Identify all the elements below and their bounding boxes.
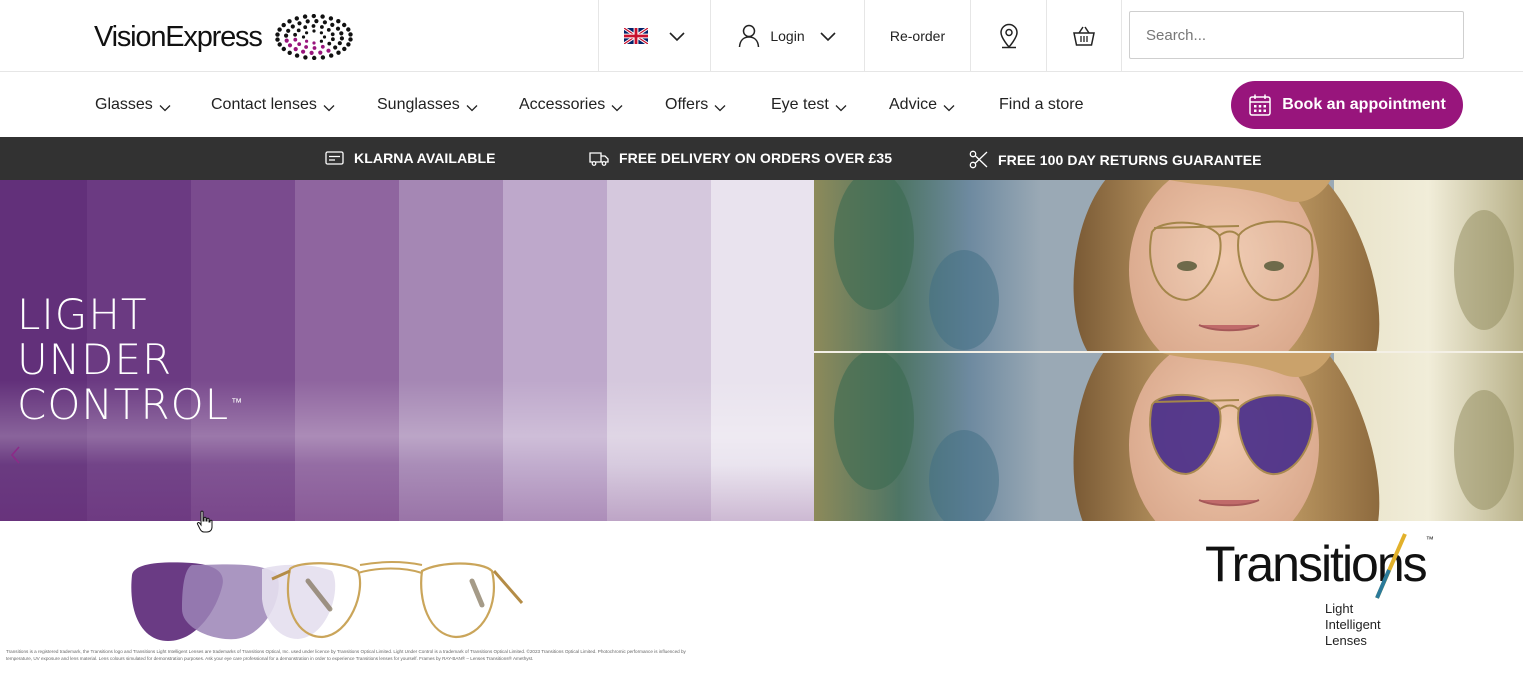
usp-klarna[interactable]: KLARNA AVAILABLE [325, 150, 496, 166]
carousel-prev-arrow-icon[interactable] [8, 444, 22, 466]
chevron-down-icon [611, 105, 623, 112]
usp-free-delivery[interactable]: FREE DELIVERY ON ORDERS OVER £35 [589, 150, 892, 166]
vision-express-logo[interactable]: VisionExpress [94, 14, 354, 60]
nav-item-glasses[interactable]: Glasses [95, 96, 171, 114]
trademark: ™ [1425, 535, 1434, 544]
usp-returns[interactable]: FREE 100 DAY RETURNS GUARANTEE [969, 150, 1262, 169]
nav-item-contact-lenses[interactable]: Contact lenses [211, 96, 335, 114]
nav-label: Contact lenses [211, 96, 317, 113]
chevron-down-icon [943, 105, 955, 112]
nav-item-eye-test[interactable]: Eye test [771, 96, 847, 114]
trademark: ™ [231, 396, 244, 409]
logo-dots-icon [274, 14, 353, 60]
nav-label: Eye test [771, 96, 829, 113]
map-pin-icon [999, 23, 1018, 49]
login-label: Login [770, 28, 805, 44]
store-locator-button[interactable] [970, 0, 1046, 72]
nav-label: Offers [665, 96, 709, 113]
reorder-label: Re-order [889, 28, 946, 44]
chevron-down-icon [668, 32, 685, 42]
nav-item-find-a-store[interactable]: Find a store [999, 96, 1083, 114]
nav-label: Sunglasses [377, 96, 460, 113]
calendar-icon [1249, 94, 1271, 116]
truck-icon [589, 151, 609, 166]
chevron-down-icon [466, 105, 478, 112]
nav-item-sunglasses[interactable]: Sunglasses [377, 96, 478, 114]
transitions-slash-icon [1375, 533, 1407, 599]
chevron-down-icon [835, 105, 847, 112]
legal-fine-print: Transitions is a registered trademark, t… [6, 649, 686, 661]
tagline-line: Intelligent [1325, 617, 1381, 632]
book-appointment-label: Book an appointment [1282, 96, 1446, 113]
scissors-icon [969, 150, 988, 169]
nav-item-advice[interactable]: Advice [889, 96, 955, 114]
usp-label: KLARNA AVAILABLE [354, 150, 496, 166]
nav-item-offers[interactable]: Offers [665, 96, 726, 114]
transitions-logo[interactable]: Transitions™ Light Intelligent Lenses [1205, 533, 1434, 648]
usp-label: FREE DELIVERY ON ORDERS OVER £35 [619, 150, 893, 166]
promo-footer: Transitions is a registered trademark, t… [0, 521, 1523, 693]
reorder-link[interactable]: Re-order [864, 0, 970, 72]
search-input[interactable] [1129, 11, 1464, 59]
site-header: VisionExpress Login Re-order [0, 0, 1523, 72]
hero-headline: LIGHT UNDER CONTROL ™ [17, 290, 244, 429]
main-navigation: Glasses Contact lenses Sunglasses Access… [0, 73, 1523, 137]
chevron-down-icon [159, 105, 171, 112]
basket-icon [1073, 26, 1095, 46]
basket-button[interactable] [1046, 0, 1122, 72]
chevron-down-icon [714, 105, 726, 112]
model-photo [814, 180, 1523, 521]
hero-headline-line: LIGHT [17, 290, 148, 339]
hero-headline-line: CONTROL [17, 380, 230, 429]
hero-headline-line: UNDER [17, 335, 173, 384]
user-icon [739, 24, 760, 48]
chevron-down-icon [323, 105, 335, 112]
language-selector[interactable] [598, 0, 710, 72]
tagline-line: Light [1325, 601, 1354, 616]
nav-label: Glasses [95, 96, 153, 113]
card-icon [325, 151, 344, 165]
tagline-line: Lenses [1325, 633, 1367, 648]
nav-label: Find a store [999, 96, 1084, 113]
nav-label: Accessories [519, 96, 606, 113]
brand-name: VisionExpress [94, 20, 263, 53]
uk-flag-icon [623, 28, 648, 44]
hero-banner[interactable]: LIGHT UNDER CONTROL ™ [0, 180, 1523, 521]
login-menu[interactable]: Login [710, 0, 864, 72]
hand-cursor-icon [196, 510, 213, 533]
nav-label: Advice [889, 96, 938, 113]
nav-item-accessories[interactable]: Accessories [519, 96, 623, 114]
transitions-tagline: Light Intelligent Lenses [1325, 601, 1381, 649]
lens-and-frame-illustration [131, 561, 524, 641]
usp-bar: KLARNA AVAILABLE FREE DELIVERY ON ORDERS… [0, 137, 1523, 180]
usp-label: FREE 100 DAY RETURNS GUARANTEE [998, 151, 1262, 168]
book-appointment-button[interactable]: Book an appointment [1231, 81, 1463, 129]
chevron-down-icon [820, 32, 836, 42]
